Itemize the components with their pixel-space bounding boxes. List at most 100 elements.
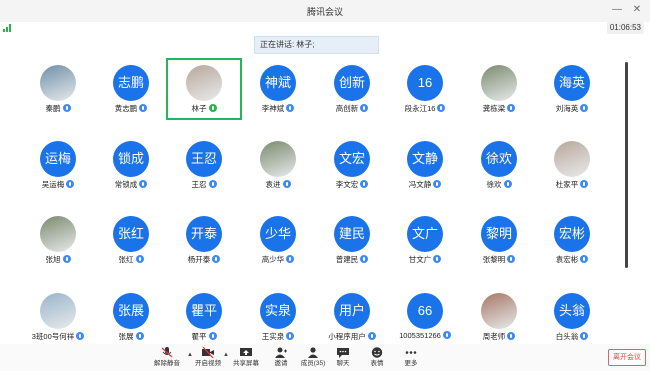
more-button[interactable]: 更多 bbox=[394, 346, 428, 370]
mic-icon bbox=[286, 332, 295, 340]
participant-tile[interactable]: 文广 甘文广 bbox=[389, 211, 461, 269]
participant-tile[interactable]: 文宏 李文宏 bbox=[316, 136, 388, 194]
minimize-button[interactable]: — bbox=[609, 2, 625, 18]
avatar-photo bbox=[260, 141, 296, 177]
participant-tile[interactable]: 宏彬 袁宏彬 bbox=[536, 211, 608, 269]
mic-icon bbox=[286, 255, 295, 263]
share-screen-button[interactable]: 共享屏幕 bbox=[229, 346, 263, 370]
leave-meeting-button[interactable]: 离开会议 bbox=[608, 349, 646, 366]
participant-name: 常锁成 bbox=[95, 179, 167, 191]
participant-name: 张黎明 bbox=[463, 254, 535, 266]
participant-tile[interactable]: 徐欢 徐欢 bbox=[463, 136, 535, 194]
participant-tile[interactable]: 志鹏 黄志鹏 bbox=[95, 60, 167, 118]
participant-tile[interactable]: 建民 曾建民 bbox=[316, 211, 388, 269]
participant-name-text: 黄志鹏 bbox=[114, 104, 138, 113]
participant-tile[interactable]: 黎明 张黎明 bbox=[463, 211, 535, 269]
avatar: 徐欢 bbox=[481, 141, 517, 177]
participant-tile[interactable]: 林子 bbox=[166, 58, 242, 120]
participant-name: 张旭 bbox=[22, 254, 94, 266]
participant-tile[interactable]: 张旭 bbox=[22, 211, 94, 269]
participant-name: 王忍 bbox=[168, 179, 240, 191]
participant-name-text: 常锁成 bbox=[114, 180, 138, 189]
avatar: 锁成 bbox=[113, 141, 149, 177]
participant-name-text: 甘文广 bbox=[408, 255, 432, 264]
participant-name-text: 曾建民 bbox=[335, 255, 359, 264]
participant-tile[interactable]: 张展 张展 bbox=[95, 288, 167, 346]
participant-tile[interactable]: 瞿平 瞿平 bbox=[168, 288, 240, 346]
avatar: 开泰 bbox=[186, 216, 222, 252]
participant-name-text: 瞿平 bbox=[191, 332, 207, 341]
participant-tile[interactable]: 秦鹏 bbox=[22, 60, 94, 118]
participant-name: 周老师 bbox=[463, 331, 535, 343]
mic-icon bbox=[367, 332, 376, 340]
avatar: 文静 bbox=[407, 141, 443, 177]
chat-button[interactable]: 聊天 bbox=[326, 346, 360, 370]
participant-tile[interactable]: 3班00号何祥 bbox=[22, 288, 94, 346]
participant-tile[interactable]: 头翁 白头翁 bbox=[536, 288, 608, 346]
participant-tile[interactable]: 海英 刘海英 bbox=[536, 60, 608, 118]
participant-name-text: 刘海英 bbox=[555, 104, 579, 113]
members-button[interactable]: 成员(35) bbox=[296, 346, 330, 370]
mic-icon bbox=[437, 104, 446, 112]
participant-tile[interactable]: 运梅 吴运梅 bbox=[22, 136, 94, 194]
participant-tile[interactable]: 张红 张红 bbox=[95, 211, 167, 269]
participant-tile[interactable]: 创新 高创新 bbox=[316, 60, 388, 118]
participant-name: 张红 bbox=[95, 254, 167, 266]
mic-icon bbox=[135, 332, 144, 340]
unmute-button[interactable]: 解除静音 bbox=[150, 346, 184, 370]
participant-tile[interactable]: 开泰 杨开泰 bbox=[168, 211, 240, 269]
mic-icon bbox=[208, 180, 217, 188]
participant-tile[interactable]: 王忍 王忍 bbox=[168, 136, 240, 194]
speaking-name: 林子; bbox=[296, 40, 315, 49]
avatar: 建民 bbox=[334, 216, 370, 252]
mic-icon bbox=[282, 180, 291, 188]
participant-tile[interactable]: 用户 小程序用户 bbox=[316, 288, 388, 346]
participant-name: 高创新 bbox=[316, 103, 388, 115]
participant-name-text: 白头翁 bbox=[555, 332, 579, 341]
participant-tile[interactable]: 杜家平 bbox=[536, 136, 608, 194]
start-video-button[interactable]: 开启视频 bbox=[191, 346, 225, 370]
more-label: 更多 bbox=[404, 360, 418, 367]
participant-name-text: 龚栋梁 bbox=[482, 104, 506, 113]
participant-tile[interactable]: 少华 高少华 bbox=[242, 211, 314, 269]
mic-icon bbox=[208, 332, 217, 340]
mic-icon bbox=[62, 255, 71, 263]
video-off-icon bbox=[202, 347, 214, 358]
participant-name-text: 林子 bbox=[191, 104, 207, 113]
participant-tile[interactable]: 锁成 常锁成 bbox=[95, 136, 167, 194]
mic-icon bbox=[139, 180, 148, 188]
speaking-label: 正在讲话: bbox=[260, 40, 295, 49]
participant-tile[interactable]: 龚栋梁 bbox=[463, 60, 535, 118]
scrollbar[interactable] bbox=[625, 62, 628, 268]
participant-tile[interactable]: 神斌 李神斌 bbox=[242, 60, 314, 118]
mic-icon bbox=[66, 180, 75, 188]
avatar: 神斌 bbox=[260, 65, 296, 101]
participant-name-text: 张展 bbox=[118, 332, 134, 341]
mic-icon bbox=[433, 255, 442, 263]
participant-tile[interactable]: 袁进 bbox=[242, 136, 314, 194]
mic-icon bbox=[135, 255, 144, 263]
members-icon bbox=[308, 347, 318, 358]
participant-name: 林子 bbox=[168, 103, 240, 115]
avatar-photo bbox=[186, 65, 222, 101]
avatar: 少华 bbox=[260, 216, 296, 252]
participant-tile[interactable]: 实泉 王实泉 bbox=[242, 288, 314, 346]
mic-icon bbox=[286, 104, 295, 112]
participant-name-text: 高创新 bbox=[335, 104, 359, 113]
invite-button[interactable]: 邀请 bbox=[264, 346, 298, 370]
close-button[interactable]: ✕ bbox=[629, 2, 645, 18]
share-screen-label: 共享屏幕 bbox=[233, 360, 259, 367]
participant-name: 杜家平 bbox=[536, 179, 608, 191]
participant-tile[interactable]: 66 1005351266 bbox=[389, 288, 461, 346]
participant-name: 秦鹏 bbox=[22, 103, 94, 115]
participant-name: 张展 bbox=[95, 331, 167, 343]
meeting-toolbar: 解除静音 ▲ 开启视频 ▲ 共享屏幕 邀请 成员(35) 聊天 表情 更多 bbox=[0, 344, 650, 371]
participant-name-text: 李神斌 bbox=[261, 104, 285, 113]
participant-tile[interactable]: 周老师 bbox=[463, 288, 535, 346]
mic-muted-icon bbox=[161, 347, 173, 358]
participant-name-text: 小程序用户 bbox=[328, 332, 366, 341]
mic-icon bbox=[507, 104, 516, 112]
participant-tile[interactable]: 文静 冯文静 bbox=[389, 136, 461, 194]
participant-tile[interactable]: 16 段永江16 bbox=[389, 60, 461, 118]
emoji-button[interactable]: 表情 bbox=[360, 346, 394, 370]
